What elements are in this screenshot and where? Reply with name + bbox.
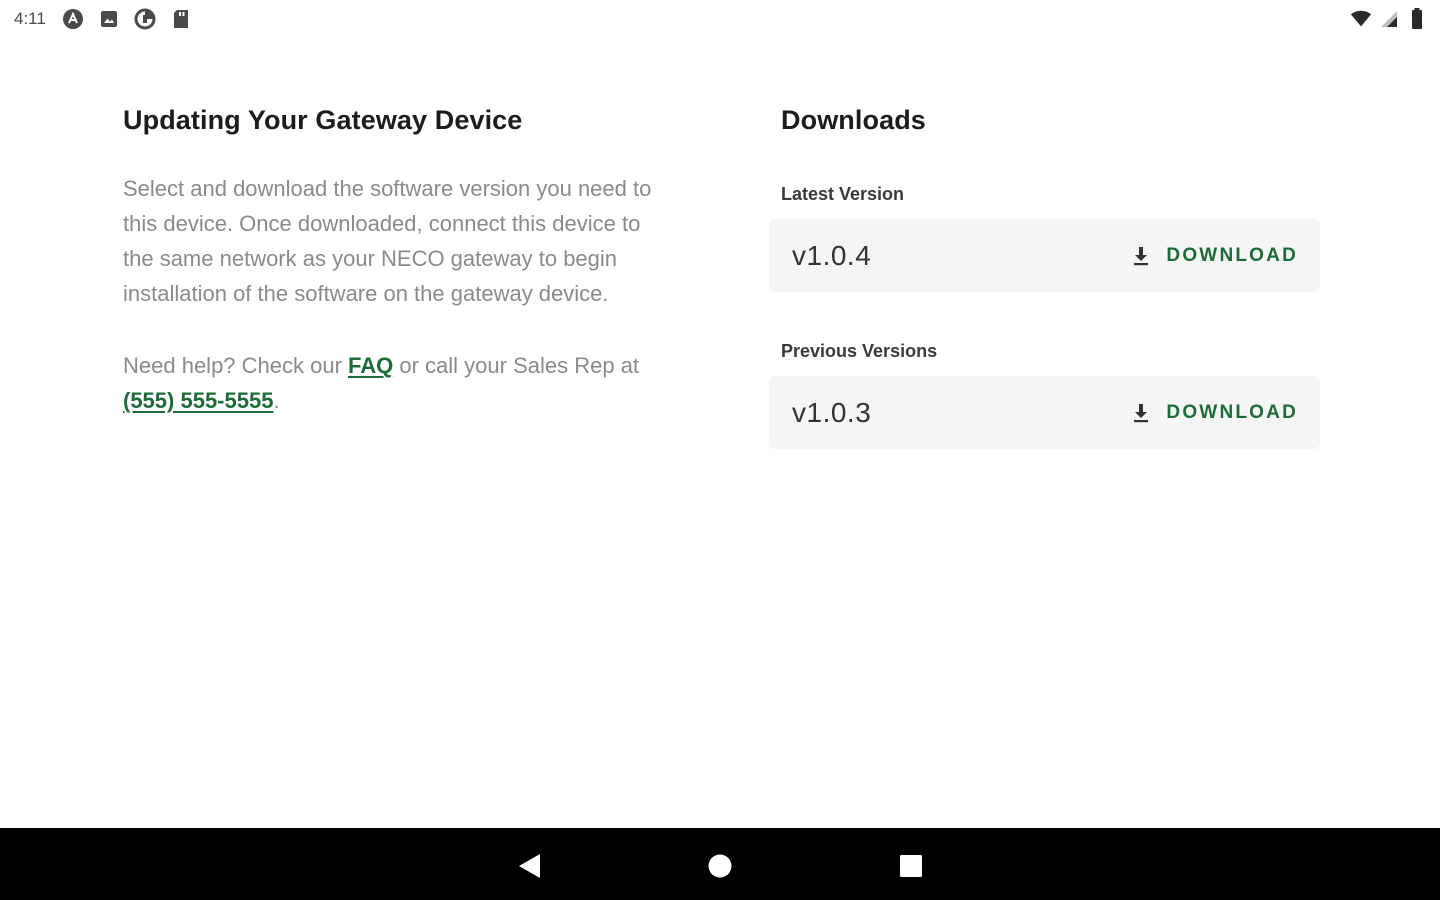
data-saver-icon [134,8,156,30]
navigation-bar [0,828,1440,900]
sd-card-icon [170,8,192,30]
wifi-icon [1350,8,1372,30]
downloads-title: Downloads [781,105,926,135]
photo-icon [98,8,120,30]
download-icon [1130,401,1152,425]
recents-icon[interactable] [891,846,931,886]
previous-versions-label: Previous Versions [781,341,938,361]
latest-version-card: v1.0.4 DOWNLOAD [769,219,1320,292]
latest-version-number: v1.0.4 [792,239,872,271]
status-bar: 4:11 [0,0,1440,38]
download-previous-label: DOWNLOAD [1166,401,1298,423]
help-text: Need help? Check our FAQ or call your Sa… [123,348,653,418]
downloads-panel: Downloads Latest Version v1.0.4 DOWNLOAD… [769,102,1320,449]
faq-link[interactable]: FAQ [348,353,393,378]
home-icon[interactable] [700,846,740,886]
download-latest-label: DOWNLOAD [1166,244,1298,266]
cell-signal-icon [1378,8,1400,30]
previous-version-number: v1.0.3 [792,396,872,428]
download-icon [1130,244,1152,268]
help-middle: or call your Sales Rep at [393,353,640,378]
help-suffix: . [273,388,280,413]
main-content: Updating Your Gateway Device Select and … [0,38,1440,828]
instructions-text: Select and download the software version… [123,176,652,306]
previous-version-card: v1.0.3 DOWNLOAD [769,376,1320,449]
app-a-icon [62,8,84,30]
status-bar-left: 4:11 [14,8,192,30]
phone-link[interactable]: (555) 555-5555 [123,388,273,413]
page-title: Updating Your Gateway Device [123,105,523,135]
help-prefix: Need help? Check our [123,353,349,378]
latest-version-label: Latest Version [781,184,905,204]
battery-icon [1406,8,1428,30]
download-previous-button[interactable]: DOWNLOAD [1130,401,1298,425]
info-panel: Updating Your Gateway Device Select and … [123,102,653,418]
download-latest-button[interactable]: DOWNLOAD [1130,244,1298,268]
status-time: 4:11 [14,9,46,28]
status-bar-right [1350,8,1428,30]
back-icon[interactable] [509,846,549,886]
